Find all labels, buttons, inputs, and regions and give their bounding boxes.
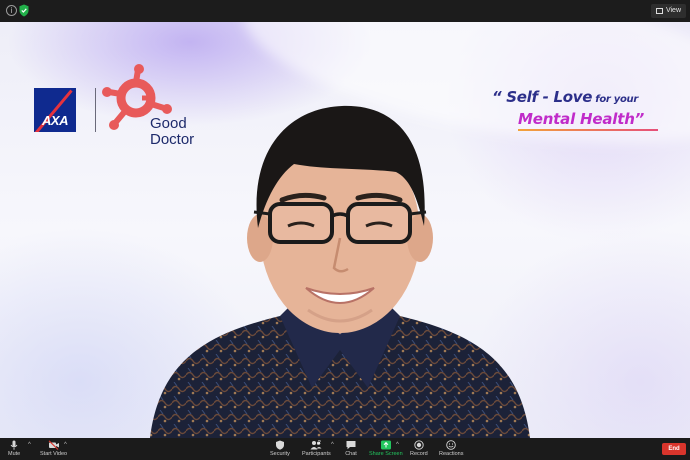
reactions-label: Reactions bbox=[439, 451, 464, 457]
shield-icon[interactable] bbox=[19, 4, 29, 17]
reactions-button[interactable]: Reactions bbox=[439, 440, 463, 458]
share-options-chevron-icon[interactable]: ^ bbox=[396, 442, 399, 448]
record-icon bbox=[414, 440, 424, 450]
security-button[interactable]: Security bbox=[270, 440, 290, 458]
share-screen-label: Share Screen bbox=[369, 451, 403, 457]
record-button[interactable]: Record bbox=[410, 440, 428, 458]
chat-button[interactable]: Chat bbox=[345, 440, 357, 458]
start-video-label: Start Video bbox=[40, 451, 68, 457]
speaker-video bbox=[150, 105, 530, 438]
grid-icon bbox=[655, 8, 663, 14]
end-meeting-button[interactable]: End bbox=[662, 443, 686, 455]
microphone-icon bbox=[10, 440, 18, 450]
security-shield-icon bbox=[275, 440, 284, 450]
participants-count: 2 bbox=[318, 440, 321, 446]
mute-button[interactable]: Mute bbox=[8, 440, 20, 458]
video-options-chevron-icon[interactable]: ^ bbox=[64, 442, 67, 448]
axa-logo-text: AXA bbox=[42, 113, 68, 128]
zoom-window: i View AXA Good Doctor “ Self - Love for… bbox=[0, 0, 690, 460]
meeting-toolbar: Mute ^ Start Video ^ Security Participan… bbox=[0, 438, 690, 460]
participants-label: Participants bbox=[302, 451, 331, 457]
participants-button[interactable]: Participants bbox=[302, 440, 331, 458]
axa-logo: AXA bbox=[34, 88, 76, 132]
video-feed: AXA Good Doctor “ Self - Love for your M… bbox=[0, 22, 690, 438]
chat-label: Chat bbox=[345, 451, 357, 457]
chat-bubble-icon bbox=[346, 441, 356, 450]
security-label: Security bbox=[270, 451, 290, 457]
share-screen-icon bbox=[380, 440, 391, 450]
record-label: Record bbox=[410, 451, 428, 457]
top-bar: i View bbox=[0, 0, 690, 22]
video-camera-off-icon bbox=[48, 440, 59, 450]
view-button[interactable]: View bbox=[650, 4, 686, 18]
reactions-smiley-icon bbox=[446, 440, 456, 450]
mute-label: Mute bbox=[8, 451, 21, 457]
info-icon[interactable]: i bbox=[6, 5, 17, 16]
campaign-line1-small: for your bbox=[592, 94, 638, 105]
mute-options-chevron-icon[interactable]: ^ bbox=[28, 442, 31, 448]
view-label: View bbox=[665, 7, 681, 14]
participants-options-chevron-icon[interactable]: ^ bbox=[331, 442, 334, 448]
logo-divider bbox=[95, 88, 96, 132]
